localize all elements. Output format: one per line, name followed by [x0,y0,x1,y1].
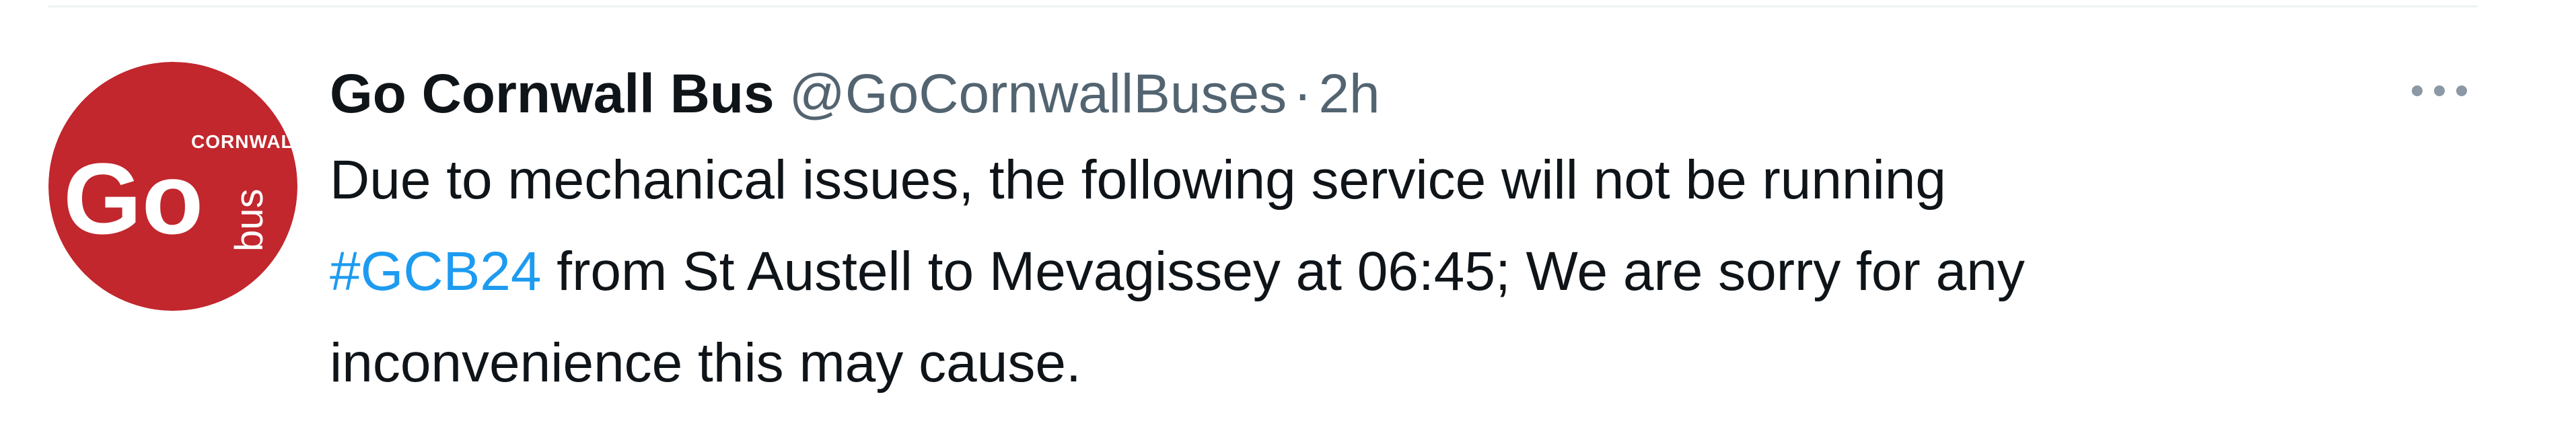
tweet-text-line-2-rest: from St Austell to Mevagissey at 06:45; … [541,241,2025,302]
more-horizontal-icon [2412,85,2467,96]
tweet-header: Go Cornwall Bus @GoCornwallBuses · 2h [330,54,1380,135]
hashtag-link[interactable]: #GCB24 [330,241,542,302]
logo-text-side: bus [227,188,271,252]
logo-text-main: Go [63,142,203,255]
author-handle[interactable]: @GoCornwallBuses [789,67,1287,122]
separator-dot: · [1293,63,1312,124]
go-cornwall-bus-logo-icon: CORNWALL Go bus [48,62,297,311]
logo-text-small: CORNWALL [191,131,297,152]
tweet[interactable]: CORNWALL Go bus Go Cornwall Bus @GoCornw… [0,0,2576,446]
tweet-text-line-1: Due to mechanical issues, the following … [330,149,1947,211]
tweet-text-line-3: inconvenience this may cause. [330,332,1081,394]
tweet-text-line-2: #GCB24 from St Austell to Mevagissey at … [330,226,2550,318]
tweet-timestamp[interactable]: 2h [1318,67,1380,122]
author-display-name[interactable]: Go Cornwall Bus [330,67,775,122]
avatar[interactable]: CORNWALL Go bus [48,62,297,311]
tweet-text: Due to mechanical issues, the following … [330,135,2550,409]
more-options-button[interactable] [2402,67,2476,114]
